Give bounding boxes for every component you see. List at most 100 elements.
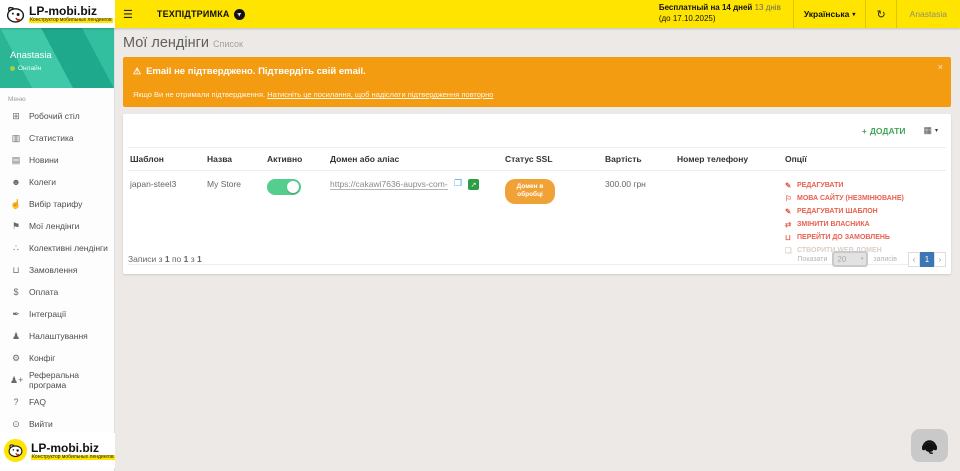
sidebar-item-label: Новини xyxy=(29,155,59,165)
sidebar-item-integrations[interactable]: ✒ Інтеграції xyxy=(0,303,114,325)
flag-icon: ⚐ xyxy=(785,194,793,203)
dog-logo-icon xyxy=(5,4,26,25)
topbar-right: Бесплатный на 14 дней 13 днів (до 17.10.… xyxy=(659,0,960,28)
profile-panel: Anastasia Онлайн xyxy=(0,28,114,88)
grid-icon: ▦ xyxy=(923,125,932,136)
sidebar-footer-logo[interactable]: LP-mobi.biz Конструктор мобильных лендин… xyxy=(0,433,115,468)
flag-icon: ⚑ xyxy=(10,221,22,232)
edit-icon: ✎ xyxy=(785,207,793,216)
sidebar-item-statistics[interactable]: ▥ Статистика xyxy=(0,127,114,149)
sidebar-item-config[interactable]: ⚙ Конфіг xyxy=(0,347,114,369)
support-link[interactable]: ТЕХПІДТРИМКА ➤ xyxy=(157,9,245,20)
online-status: Онлайн xyxy=(18,65,41,72)
sidebar-item-label: Оплата xyxy=(29,287,58,297)
col-header-active: Активно xyxy=(265,148,328,170)
question-icon: ? xyxy=(10,397,22,407)
sidebar-item-referral[interactable]: ♟+ Реферальна програма xyxy=(0,369,114,391)
page-size-select[interactable]: 20 ▾ xyxy=(832,251,868,267)
close-icon[interactable]: × xyxy=(938,62,943,72)
email-alert-banner: ⚠ Email не підтверджено. Підтвердіть сві… xyxy=(123,57,951,107)
topbar: LP-mobi.biz Конструктор мобильных лендин… xyxy=(0,0,960,28)
chevron-down-icon: ▾ xyxy=(861,256,864,262)
hand-icon: ☝ xyxy=(10,199,22,210)
sidebar-item-orders[interactable]: ⊔ Замовлення xyxy=(0,259,114,281)
domain-link[interactable]: https://cakawi7636-aupvs-com-42 xyxy=(330,179,448,190)
plus-icon: + xyxy=(862,126,867,136)
page-subtitle: Список xyxy=(213,39,243,49)
copy-icon[interactable]: ❐ xyxy=(454,179,462,188)
ssl-status-badge: Домен в обробці xyxy=(505,179,555,204)
sidebar-item-desktop[interactable]: ⊞ Робочий стіл xyxy=(0,105,114,127)
active-toggle[interactable] xyxy=(267,179,301,195)
trial-info: Бесплатный на 14 дней 13 днів (до 17.10.… xyxy=(659,3,781,25)
sidebar-item-my-landings[interactable]: ⚑ Мої лендінги xyxy=(0,215,114,237)
sidebar-item-label: Конфіг xyxy=(29,353,55,363)
show-label: Показати xyxy=(797,256,827,263)
footer-logo-subtitle: Конструктор мобильных лендингов xyxy=(31,455,115,460)
logo-title: LP-mobi.biz xyxy=(29,5,113,17)
app-logo[interactable]: LP-mobi.biz Конструктор мобильных лендин… xyxy=(0,0,115,28)
landings-table: Шаблон Назва Активно Домен або аліас Ста… xyxy=(128,147,946,265)
support-label: ТЕХПІДТРИМКА xyxy=(157,9,230,19)
sidebar-item-collective-landings[interactable]: ∴ Колективні лендінги xyxy=(0,237,114,259)
person-icon: ♟ xyxy=(10,331,22,342)
sidebar-item-label: Реферальна програма xyxy=(29,370,114,390)
power-icon: ⊙ xyxy=(10,419,22,430)
users-icon: ☻ xyxy=(10,177,22,187)
language-dropdown[interactable]: Українська ▾ xyxy=(794,0,866,28)
profile-name: Anastasia xyxy=(10,50,114,61)
refresh-button[interactable]: ↻ xyxy=(866,0,895,28)
chevron-down-icon: ▾ xyxy=(935,127,938,134)
records-label: записів xyxy=(873,256,897,263)
language-label: Українська xyxy=(804,9,850,19)
col-header-template: Шаблон xyxy=(128,148,205,170)
sidebar-item-label: Вибір тарифу xyxy=(29,199,82,209)
hamburger-icon[interactable]: ☰ xyxy=(123,8,133,21)
page-title: Мої лендінгиСписок xyxy=(123,35,243,51)
exchange-icon: ⇄ xyxy=(785,220,793,229)
sidebar-item-label: Колеги xyxy=(29,177,56,187)
telegram-icon: ➤ xyxy=(234,9,245,20)
option-edit-template[interactable]: ✎ РЕДАГУВАТИ ШАБЛОН xyxy=(785,205,944,217)
sidebar-item-logout[interactable]: ⊙ Вийти xyxy=(0,413,114,435)
col-header-phone: Номер телефону xyxy=(675,148,783,170)
sidebar-item-settings[interactable]: ♟ Налаштування xyxy=(0,325,114,347)
edit-icon: ✎ xyxy=(785,181,793,190)
cart-icon: ⊔ xyxy=(10,265,22,276)
sidebar-item-label: Колективні лендінги xyxy=(29,243,108,253)
option-change-owner[interactable]: ⇄ ЗМІНИТИ ВЛАСНИКА xyxy=(785,218,944,230)
support-chat-widget[interactable] xyxy=(911,429,948,462)
sidebar-item-label: Робочий стіл xyxy=(29,111,80,121)
option-edit[interactable]: ✎ РЕДАГУВАТИ xyxy=(785,179,944,191)
alert-title-text: Email не підтверджено. Підтвердіть свій … xyxy=(146,66,366,77)
external-link-icon[interactable]: ↗ xyxy=(468,179,479,190)
landings-card: + ДОДАТИ ▦ ▾ Шаблон Назва Активно Домен … xyxy=(123,114,951,274)
refresh-icon: ↻ xyxy=(876,8,885,21)
pagination-next-button[interactable]: › xyxy=(934,252,946,267)
share-icon: ∴ xyxy=(10,243,22,254)
pen-icon: ✒ xyxy=(10,309,22,320)
pagination-prev-button[interactable]: ‹ xyxy=(908,252,920,267)
chart-icon: ▥ xyxy=(10,133,22,144)
cart-icon: ⊔ xyxy=(785,233,793,242)
sidebar-item-label: Мої лендінги xyxy=(29,221,79,231)
newspaper-icon: ▤ xyxy=(10,155,22,166)
online-dot-icon xyxy=(10,66,15,71)
sidebar-item-tariff[interactable]: ☝ Вибір тарифу xyxy=(0,193,114,215)
option-site-language[interactable]: ⚐ МОВА САЙТУ (НЕЗМІНЮВАНЕ) xyxy=(785,192,944,204)
alert-body-text: Якщо Ви не отримали підтвердження. xyxy=(133,90,267,99)
user-menu[interactable]: Anastasia xyxy=(897,0,960,28)
pagination-page-1[interactable]: 1 xyxy=(920,252,934,267)
columns-toggle-button[interactable]: ▦ ▾ xyxy=(923,125,938,136)
user-plus-icon: ♟+ xyxy=(10,375,22,386)
chevron-down-icon: ▾ xyxy=(852,11,855,18)
dollar-icon: $ xyxy=(10,287,22,297)
add-landing-button[interactable]: + ДОДАТИ xyxy=(862,126,906,136)
option-go-to-orders[interactable]: ⊔ ПЕРЕЙТИ ДО ЗАМОВЛЕНЬ xyxy=(785,231,944,243)
sidebar-item-news[interactable]: ▤ Новини xyxy=(0,149,114,171)
resend-confirmation-link[interactable]: Натисніть це посилання, щоб надіслати пі… xyxy=(267,90,493,99)
sidebar-item-payment[interactable]: $ Оплата xyxy=(0,281,114,303)
sidebar-item-faq[interactable]: ? FAQ xyxy=(0,391,114,413)
desktop-icon: ⊞ xyxy=(10,111,22,122)
sidebar-item-colleagues[interactable]: ☻ Колеги xyxy=(0,171,114,193)
